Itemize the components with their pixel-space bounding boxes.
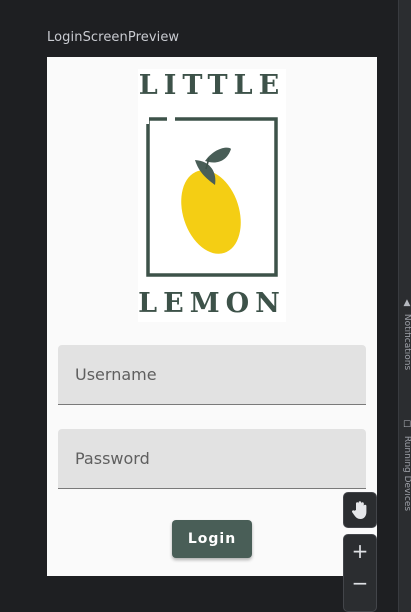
zoom-in-button[interactable]: + bbox=[344, 539, 376, 563]
zoom-controls: + − bbox=[343, 534, 377, 612]
hand-icon bbox=[352, 501, 367, 519]
device-icon: ☐ bbox=[402, 420, 411, 430]
pan-tool-button[interactable] bbox=[343, 492, 377, 528]
running-devices-tab-label: Running Devices bbox=[402, 435, 411, 512]
username-field[interactable]: Username bbox=[58, 345, 366, 405]
username-label: Username bbox=[75, 365, 157, 384]
right-tool-strip: ▲ Notifications ☐ Running Devices bbox=[398, 0, 411, 612]
lemon-icon bbox=[145, 115, 278, 277]
password-label: Password bbox=[75, 449, 150, 468]
login-button[interactable]: Login bbox=[172, 520, 252, 558]
preview-title: LoginScreenPreview bbox=[47, 30, 180, 45]
logo-top-word: LITTLE bbox=[138, 70, 286, 101]
logo-bottom-word: LEMON bbox=[138, 288, 286, 319]
zoom-out-button[interactable]: − bbox=[344, 571, 376, 595]
bell-icon: ▲ bbox=[402, 298, 411, 308]
password-field[interactable]: Password bbox=[58, 429, 366, 489]
notifications-tab[interactable]: ▲ Notifications bbox=[399, 298, 411, 370]
preview-frame: LITTLE LEMON Username Password Login bbox=[47, 57, 377, 576]
running-devices-tab[interactable]: ☐ Running Devices bbox=[399, 420, 411, 511]
notifications-tab-label: Notifications bbox=[402, 313, 411, 371]
little-lemon-logo: LITTLE LEMON bbox=[138, 69, 286, 322]
